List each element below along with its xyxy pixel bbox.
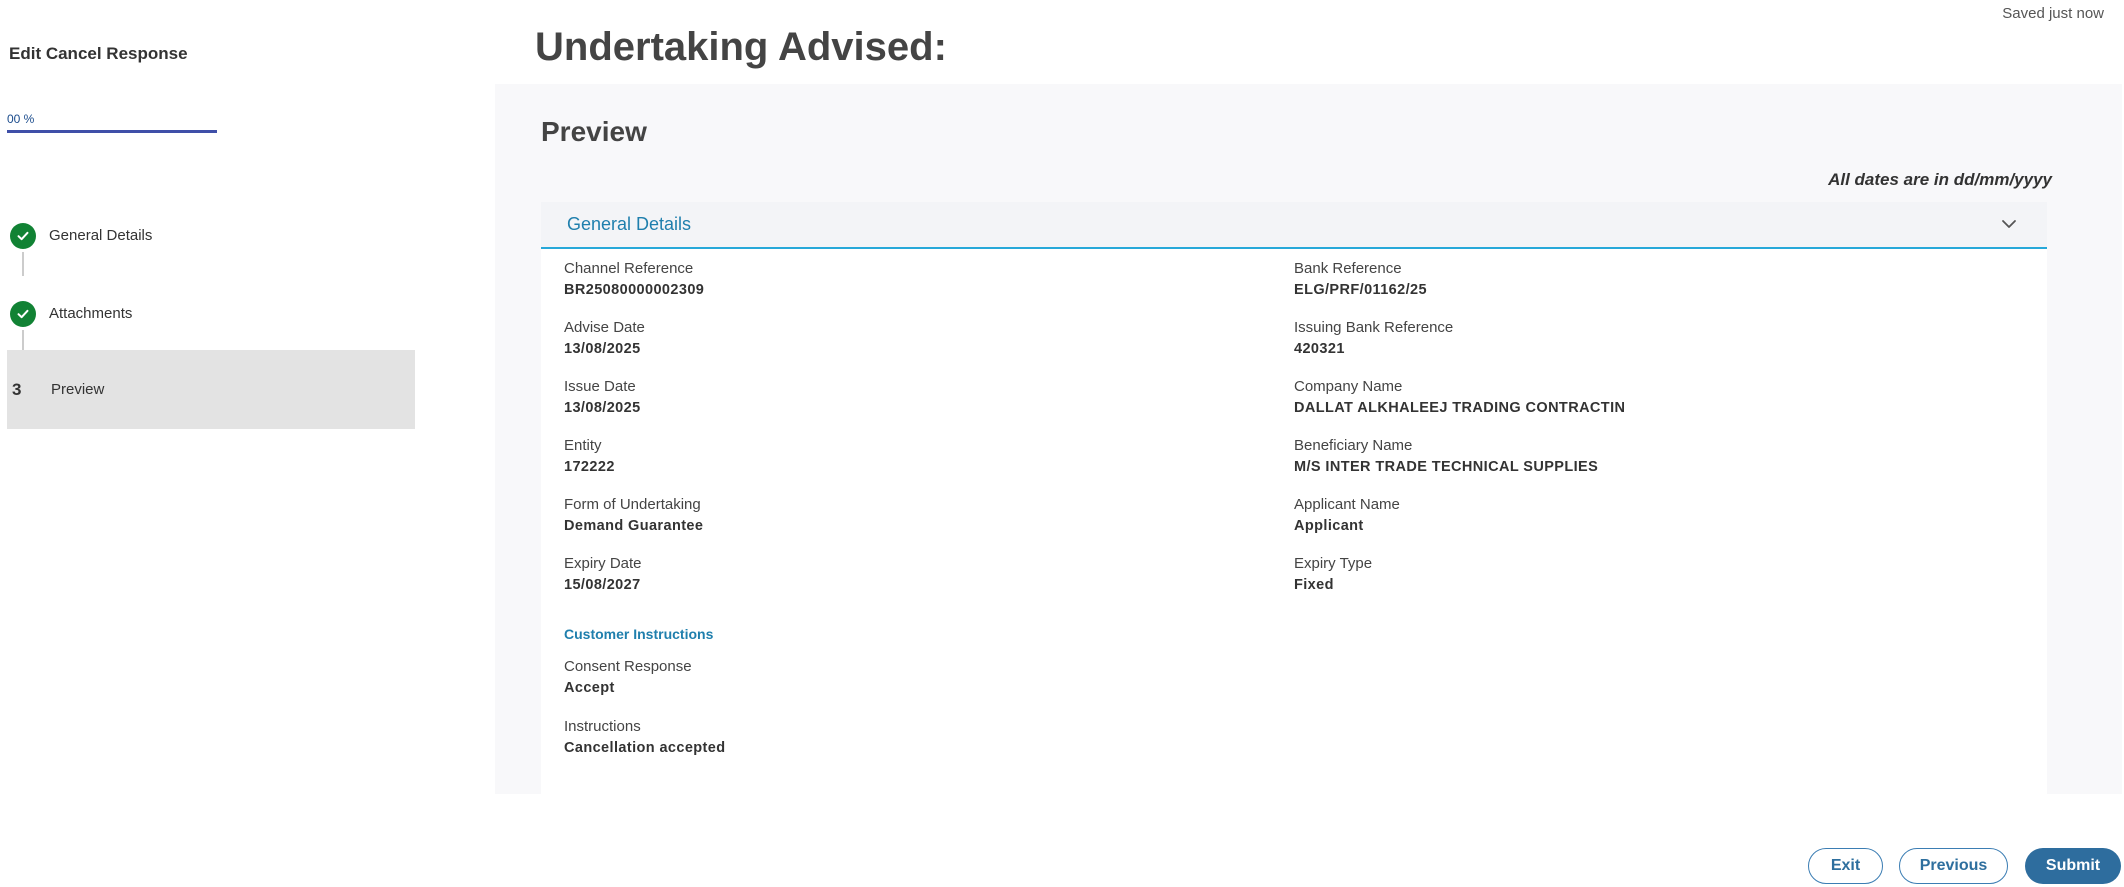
section-title: General Details — [567, 214, 692, 234]
field-value: Accept — [564, 680, 615, 696]
field-value: Fixed — [1294, 577, 1334, 593]
dates-format-note: All dates are in dd/mm/yyyy — [1828, 170, 2052, 189]
page-title: Undertaking Advised: — [535, 25, 947, 69]
field-label: Applicant Name — [1294, 496, 1400, 513]
field-channel-reference: Channel Reference BR25080000002309 — [564, 260, 704, 298]
field-value: DALLAT ALKHALEEJ TRADING CONTRACTIN — [1294, 400, 1626, 416]
check-icon — [10, 222, 36, 249]
step-list: General Details Attachments 3 Preview — [0, 196, 420, 436]
field-value: M/S INTER TRADE TECHNICAL SUPPLIES — [1294, 459, 1599, 475]
field-entity: Entity 172222 — [564, 437, 615, 475]
field-consent-response: Consent Response Accept — [564, 658, 692, 696]
field-label: Advise Date — [564, 319, 645, 336]
check-icon — [10, 300, 36, 327]
field-value: 420321 — [1294, 341, 1345, 357]
field-bank-reference: Bank Reference ELG/PRF/01162/25 — [1294, 260, 1427, 298]
field-label: Issuing Bank Reference — [1294, 319, 1454, 336]
progress-indicator: 00 % — [7, 112, 217, 133]
field-form-of-undertaking: Form of Undertaking Demand Guarantee — [564, 496, 703, 534]
sidebar-title: Edit Cancel Response — [9, 44, 188, 63]
field-advise-date: Advise Date 13/08/2025 — [564, 319, 645, 357]
field-value: 13/08/2025 — [564, 400, 641, 416]
step-attachments[interactable]: Attachments — [7, 274, 415, 353]
submit-button[interactable]: Submit — [2025, 848, 2121, 884]
progress-fill — [7, 130, 217, 133]
step-general-details[interactable]: General Details — [7, 196, 415, 275]
field-issue-date: Issue Date 13/08/2025 — [564, 378, 641, 416]
general-details-section: General Details Channel Reference BR2508… — [541, 202, 2047, 794]
field-value: 15/08/2027 — [564, 577, 641, 593]
field-label: Channel Reference — [564, 260, 694, 277]
preview-panel: Preview All dates are in dd/mm/yyyy Gene… — [495, 84, 2122, 794]
saved-status: Saved just now — [2002, 5, 2104, 22]
step-number: 3 — [12, 379, 22, 399]
field-value: Applicant — [1294, 518, 1364, 534]
field-applicant-name: Applicant Name Applicant — [1294, 496, 1400, 534]
field-expiry-date: Expiry Date 15/08/2027 — [564, 555, 642, 593]
progress-label: 00 % — [7, 112, 35, 126]
customer-instructions-heading: Customer Instructions — [564, 626, 714, 642]
step-label: Preview — [51, 381, 105, 398]
field-beneficiary-name: Beneficiary Name M/S INTER TRADE TECHNIC… — [1294, 437, 1598, 475]
field-expiry-type: Expiry Type Fixed — [1294, 555, 1372, 593]
field-label: Company Name — [1294, 378, 1403, 395]
field-value: Cancellation accepted — [564, 740, 726, 756]
field-label: Expiry Type — [1294, 555, 1373, 572]
field-label: Consent Response — [564, 658, 692, 675]
field-value: Demand Guarantee — [564, 518, 704, 534]
field-value: 13/08/2025 — [564, 341, 641, 357]
step-preview[interactable]: 3 Preview — [7, 350, 415, 429]
field-label: Entity — [564, 437, 602, 454]
general-details-header[interactable]: General Details — [541, 202, 2047, 249]
field-value: BR25080000002309 — [564, 282, 705, 298]
field-label: Instructions — [564, 718, 641, 735]
progress-track — [7, 130, 217, 133]
previous-button[interactable]: Previous — [1899, 848, 2008, 884]
field-instructions: Instructions Cancellation accepted — [564, 718, 726, 756]
preview-title: Preview — [541, 116, 647, 147]
field-value: ELG/PRF/01162/25 — [1294, 282, 1427, 298]
field-company-name: Company Name DALLAT ALKHALEEJ TRADING CO… — [1294, 378, 1625, 416]
chevron-down-icon[interactable] — [2001, 216, 2017, 234]
field-value: 172222 — [564, 459, 615, 475]
field-label: Beneficiary Name — [1294, 437, 1413, 454]
field-label: Form of Undertaking — [564, 496, 701, 513]
field-label: Issue Date — [564, 378, 636, 395]
field-label: Bank Reference — [1294, 260, 1402, 277]
step-label: General Details — [49, 227, 153, 244]
step-label: Attachments — [49, 305, 133, 322]
exit-button[interactable]: Exit — [1808, 848, 1883, 884]
field-issuing-bank-reference: Issuing Bank Reference 420321 — [1294, 319, 1453, 357]
field-label: Expiry Date — [564, 555, 642, 572]
